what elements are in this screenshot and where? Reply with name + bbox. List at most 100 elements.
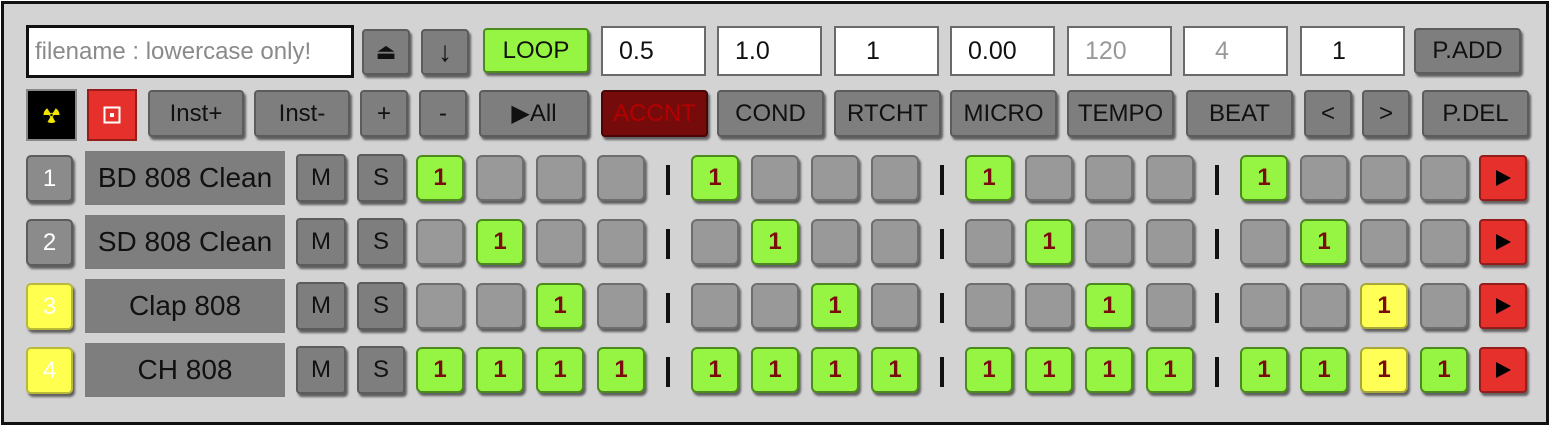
- step-7[interactable]: [811, 219, 859, 265]
- inst-add-button[interactable]: Inst+: [148, 90, 244, 137]
- step-5[interactable]: [691, 219, 739, 265]
- step-5[interactable]: 1: [691, 347, 739, 393]
- step-4[interactable]: [597, 283, 645, 329]
- step-5[interactable]: 1: [691, 155, 739, 201]
- solo-button[interactable]: S: [357, 346, 405, 394]
- step-7[interactable]: [811, 155, 859, 201]
- cond-button[interactable]: COND: [717, 90, 824, 137]
- step-1[interactable]: [416, 219, 464, 265]
- step-1[interactable]: 1: [416, 155, 464, 201]
- plus-button[interactable]: +: [360, 90, 408, 137]
- solo-button[interactable]: S: [357, 154, 405, 202]
- mute-button[interactable]: M: [296, 346, 346, 394]
- step-11[interactable]: 1: [1085, 347, 1133, 393]
- step-1[interactable]: [416, 283, 464, 329]
- step-12[interactable]: [1146, 283, 1194, 329]
- step-6[interactable]: [751, 155, 799, 201]
- step-3[interactable]: [536, 155, 584, 201]
- step-8[interactable]: [871, 283, 919, 329]
- step-16[interactable]: [1420, 219, 1468, 265]
- step-12[interactable]: [1146, 155, 1194, 201]
- step-14[interactable]: [1300, 283, 1348, 329]
- beat-button[interactable]: BEAT: [1186, 90, 1293, 137]
- track-number-button[interactable]: 3: [26, 283, 73, 330]
- next-pattern-button[interactable]: >: [1362, 90, 1410, 137]
- step-15[interactable]: [1360, 219, 1408, 265]
- step-13[interactable]: [1240, 283, 1288, 329]
- step-15[interactable]: [1360, 155, 1408, 201]
- radiation-button[interactable]: [26, 89, 77, 141]
- accent-button[interactable]: ACCNT: [601, 90, 708, 137]
- micro-button[interactable]: MICRO: [950, 90, 1057, 137]
- step-9[interactable]: 1: [965, 155, 1013, 201]
- step-8[interactable]: 1: [871, 347, 919, 393]
- record-button[interactable]: [87, 89, 137, 141]
- step-2[interactable]: [476, 155, 524, 201]
- step-6[interactable]: [751, 283, 799, 329]
- step-6[interactable]: 1: [751, 347, 799, 393]
- step-11[interactable]: [1085, 219, 1133, 265]
- track-number-button[interactable]: 4: [26, 347, 73, 394]
- loop-button[interactable]: LOOP: [483, 28, 589, 73]
- step-10[interactable]: 1: [1025, 347, 1073, 393]
- step-9[interactable]: [965, 219, 1013, 265]
- track-number-button[interactable]: 2: [26, 219, 73, 266]
- step-2[interactable]: 1: [476, 347, 524, 393]
- step-13[interactable]: 1: [1240, 155, 1288, 201]
- step-11[interactable]: 1: [1085, 283, 1133, 329]
- mute-button[interactable]: M: [296, 218, 346, 266]
- step-14[interactable]: 1: [1300, 347, 1348, 393]
- solo-button[interactable]: S: [357, 218, 405, 266]
- step-3[interactable]: 1: [536, 283, 584, 329]
- inst-remove-button[interactable]: Inst-: [254, 90, 350, 137]
- step-10[interactable]: [1025, 155, 1073, 201]
- download-button[interactable]: ↓: [421, 29, 469, 75]
- field-1[interactable]: 0.5: [601, 26, 706, 76]
- step-16[interactable]: [1420, 155, 1468, 201]
- field-7[interactable]: 1: [1300, 26, 1405, 76]
- step-4[interactable]: [597, 155, 645, 201]
- tempo-field[interactable]: 120: [1067, 26, 1172, 76]
- mute-button[interactable]: M: [296, 282, 346, 330]
- mute-button[interactable]: M: [296, 154, 346, 202]
- step-16[interactable]: [1420, 283, 1468, 329]
- beat-field[interactable]: 4: [1183, 26, 1288, 76]
- step-3[interactable]: 1: [536, 347, 584, 393]
- field-2[interactable]: 1.0: [717, 26, 822, 76]
- step-12[interactable]: 1: [1146, 347, 1194, 393]
- pattern-add-button[interactable]: P.ADD: [1414, 28, 1521, 74]
- step-14[interactable]: [1300, 155, 1348, 201]
- step-4[interactable]: [597, 219, 645, 265]
- step-9[interactable]: [965, 283, 1013, 329]
- step-16[interactable]: 1: [1420, 347, 1468, 393]
- step-3[interactable]: [536, 219, 584, 265]
- step-7[interactable]: 1: [811, 347, 859, 393]
- play-all-button[interactable]: ▶All: [479, 90, 589, 137]
- track-play-button[interactable]: [1479, 219, 1527, 265]
- ratchet-button[interactable]: RTCHT: [834, 90, 941, 137]
- step-6[interactable]: 1: [751, 219, 799, 265]
- step-13[interactable]: [1240, 219, 1288, 265]
- step-9[interactable]: 1: [965, 347, 1013, 393]
- step-8[interactable]: [871, 219, 919, 265]
- step-1[interactable]: 1: [416, 347, 464, 393]
- track-play-button[interactable]: [1479, 283, 1527, 329]
- step-5[interactable]: [691, 283, 739, 329]
- eject-button[interactable]: ⏏: [362, 29, 410, 75]
- step-7[interactable]: 1: [811, 283, 859, 329]
- step-11[interactable]: [1085, 155, 1133, 201]
- track-play-button[interactable]: [1479, 155, 1527, 201]
- track-number-button[interactable]: 1: [26, 155, 73, 202]
- filename-input[interactable]: [26, 25, 354, 78]
- step-14[interactable]: 1: [1300, 219, 1348, 265]
- track-play-button[interactable]: [1479, 347, 1527, 393]
- step-15[interactable]: 1: [1360, 347, 1408, 393]
- step-10[interactable]: 1: [1025, 219, 1073, 265]
- step-2[interactable]: 1: [476, 219, 524, 265]
- minus-button[interactable]: -: [419, 90, 467, 137]
- step-4[interactable]: 1: [597, 347, 645, 393]
- step-15[interactable]: 1: [1360, 283, 1408, 329]
- field-4[interactable]: 0.00: [950, 26, 1055, 76]
- prev-pattern-button[interactable]: <: [1304, 90, 1352, 137]
- tempo-button[interactable]: TEMPO: [1067, 90, 1174, 137]
